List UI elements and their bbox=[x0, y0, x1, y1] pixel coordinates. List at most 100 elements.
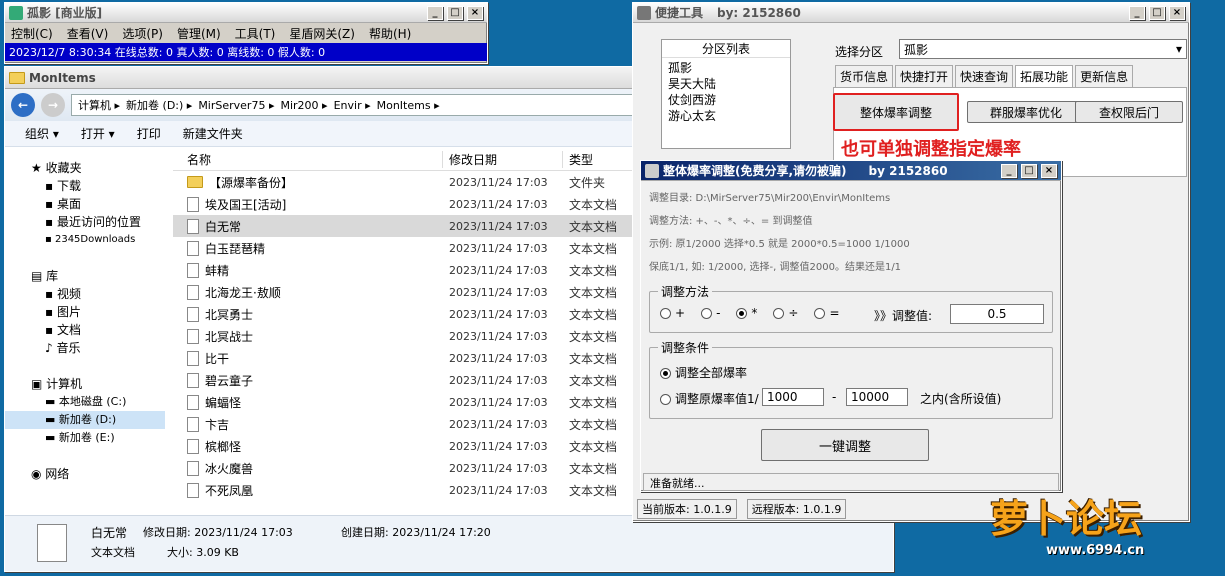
dialog-method-line: 调整方法: +、-、*、÷、= 到调整值 bbox=[649, 216, 813, 227]
game-menu-item[interactable]: 控制(C) bbox=[11, 25, 53, 42]
op-radio[interactable]: * bbox=[736, 306, 757, 320]
file-name: 埃及国王[活动] bbox=[205, 197, 287, 212]
minimize-button[interactable]: _ bbox=[427, 5, 443, 20]
file-date: 2023/11/24 17:03 bbox=[449, 329, 548, 343]
file-date: 2023/11/24 17:03 bbox=[449, 175, 548, 189]
nav-video[interactable]: ▪ 视频 bbox=[31, 285, 165, 303]
file-date: 2023/11/24 17:03 bbox=[449, 417, 548, 431]
method-group-label: 调整方法 bbox=[658, 283, 713, 300]
tab[interactable]: 货币信息 bbox=[835, 65, 894, 87]
nav-download[interactable]: ▪ 下载 bbox=[31, 177, 165, 195]
maximize-button[interactable]: □ bbox=[1021, 163, 1037, 178]
file-icon bbox=[37, 524, 67, 562]
nav-drive-e[interactable]: ▬ 新加卷 (E:) bbox=[31, 429, 165, 447]
nav-network[interactable]: ◉ 网络 bbox=[31, 465, 165, 483]
game-menu-item[interactable]: 帮助(H) bbox=[369, 25, 411, 42]
nav-docs[interactable]: ▪ 文档 bbox=[31, 321, 165, 339]
file-name-cell: 【源爆率备份】 bbox=[173, 174, 443, 191]
nav-drive-c[interactable]: ▬ 本地磁盘 (C:) bbox=[31, 393, 165, 411]
tab[interactable]: 拓展功能 bbox=[1015, 65, 1074, 87]
file-name: 北冥战士 bbox=[205, 329, 254, 344]
breadcrumb-item[interactable]: 计算机 ▸ bbox=[78, 97, 120, 113]
print-button[interactable]: 打印 bbox=[137, 125, 161, 142]
nav-drive-d[interactable]: ▬ 新加卷 (D:) bbox=[5, 411, 165, 429]
details-type: 文本文档 bbox=[91, 546, 135, 559]
dialog-titlebar: 整体爆率调整(免费分享,请勿被骗) by 2152860 _ □ × bbox=[641, 161, 1061, 181]
new-folder-button[interactable]: 新建文件夹 bbox=[183, 125, 243, 142]
file-name-cell: 北冥战士 bbox=[173, 328, 443, 345]
details-pane: 白无常 修改日期: 2023/11/24 17:03 创建日期: 2023/11… bbox=[5, 515, 893, 571]
open-button[interactable]: 打开 ▾ bbox=[81, 125, 115, 142]
op-radio[interactable]: + bbox=[660, 306, 685, 320]
text-file-icon bbox=[187, 394, 199, 410]
tab[interactable]: 快速查询 bbox=[955, 65, 1014, 87]
game-menu-item[interactable]: 管理(M) bbox=[177, 25, 221, 42]
game-menu-item[interactable]: 工具(T) bbox=[235, 25, 276, 42]
details-modified: 修改日期: 2023/11/24 17:03 bbox=[143, 526, 293, 539]
region-item[interactable]: 孤影 bbox=[668, 60, 784, 76]
file-name: 【源爆率备份】 bbox=[209, 175, 294, 190]
breadcrumb-item[interactable]: MirServer75 ▸ bbox=[198, 99, 274, 112]
column-name[interactable]: 名称 bbox=[173, 151, 443, 168]
op-radio[interactable]: = bbox=[814, 306, 840, 320]
apply-label: 一键调整 bbox=[818, 439, 871, 455]
op-radio[interactable]: ÷ bbox=[773, 306, 798, 320]
group-drop-rate-button[interactable]: 群服爆率优化 bbox=[967, 101, 1085, 123]
nav-2345downloads[interactable]: ▪ 2345Downloads bbox=[31, 231, 165, 249]
file-name: 碧云童子 bbox=[205, 373, 254, 388]
nav-recent[interactable]: ▪ 最近访问的位置 bbox=[31, 213, 165, 231]
region-item[interactable]: 昊天大陆 bbox=[668, 76, 784, 92]
game-menu-item[interactable]: 查看(V) bbox=[67, 25, 109, 42]
file-date: 2023/11/24 17:03 bbox=[449, 351, 548, 365]
nav-library[interactable]: ▤ 库 bbox=[31, 267, 165, 285]
tab[interactable]: 更新信息 bbox=[1075, 65, 1134, 87]
organize-button[interactable]: 组织 ▾ bbox=[25, 125, 59, 142]
breadcrumb-item[interactable]: Mir200 ▸ bbox=[280, 99, 327, 112]
minimize-button[interactable]: _ bbox=[1001, 163, 1017, 178]
file-name-cell: 白玉琵琶精 bbox=[173, 240, 443, 257]
column-type[interactable]: 类型 bbox=[563, 151, 593, 168]
cond-all-radio[interactable]: 调整全部爆率 bbox=[660, 364, 747, 381]
folder-icon bbox=[187, 176, 203, 188]
nav-favorites[interactable]: ★ 收藏夹 bbox=[31, 159, 165, 177]
adjust-value-input[interactable]: 0.5 bbox=[950, 304, 1044, 324]
group-drop-rate-label: 群服爆率优化 bbox=[989, 105, 1062, 120]
minimize-button[interactable]: _ bbox=[1129, 5, 1145, 20]
region-item[interactable]: 仗剑西游 bbox=[668, 92, 784, 108]
close-button[interactable]: × bbox=[1041, 163, 1057, 178]
nav-music[interactable]: ♪ 音乐 bbox=[31, 339, 165, 357]
file-type: 文本文档 bbox=[569, 241, 618, 256]
op-radio[interactable]: - bbox=[701, 306, 720, 320]
close-button[interactable]: × bbox=[1169, 5, 1185, 20]
range-from-input[interactable]: 1000 bbox=[762, 388, 824, 406]
back-button[interactable]: ← bbox=[11, 93, 35, 117]
region-items: 孤影 昊天大陆 仗剑西游 游心太玄 bbox=[662, 58, 790, 126]
apply-button[interactable]: 一键调整 bbox=[761, 429, 929, 461]
backdoor-check-button[interactable]: 查权限后门 bbox=[1075, 101, 1183, 123]
explorer-title: MonItems bbox=[29, 70, 96, 85]
overall-drop-rate-button[interactable]: 整体爆率调整 bbox=[833, 93, 959, 131]
maximize-button[interactable]: □ bbox=[447, 5, 463, 20]
nav-desktop[interactable]: ▪ 桌面 bbox=[31, 195, 165, 213]
game-menu-item[interactable]: 星盾网关(Z) bbox=[289, 25, 355, 42]
game-menu-item[interactable]: 选项(P) bbox=[122, 25, 163, 42]
region-item[interactable]: 游心太玄 bbox=[668, 108, 784, 124]
file-type: 文本文档 bbox=[569, 329, 618, 344]
forward-button[interactable]: → bbox=[41, 93, 65, 117]
tab[interactable]: 快捷打开 bbox=[895, 65, 954, 87]
column-date[interactable]: 修改日期 bbox=[443, 151, 563, 168]
maximize-button[interactable]: □ bbox=[1149, 5, 1165, 20]
nav-pictures[interactable]: ▪ 图片 bbox=[31, 303, 165, 321]
condition-group-label: 调整条件 bbox=[658, 339, 713, 356]
nav-computer[interactable]: ▣ 计算机 bbox=[31, 375, 165, 393]
range-to-input[interactable]: 10000 bbox=[846, 388, 908, 406]
cond-range-radio[interactable]: 调整原爆率值1/ bbox=[660, 390, 759, 407]
breadcrumb-item[interactable]: 新加卷 (D:) ▸ bbox=[126, 97, 192, 113]
breadcrumb-item[interactable]: MonItems ▸ bbox=[377, 99, 440, 112]
nav-label: 本地磁盘 (C:) bbox=[58, 395, 127, 408]
region-list: 分区列表 孤影 昊天大陆 仗剑西游 游心太玄 bbox=[661, 39, 791, 149]
region-select[interactable]: 孤影 ▾ bbox=[899, 39, 1187, 59]
file-name: 蚌精 bbox=[205, 263, 230, 278]
close-button[interactable]: × bbox=[467, 5, 483, 20]
breadcrumb-item[interactable]: Envir ▸ bbox=[334, 99, 371, 112]
